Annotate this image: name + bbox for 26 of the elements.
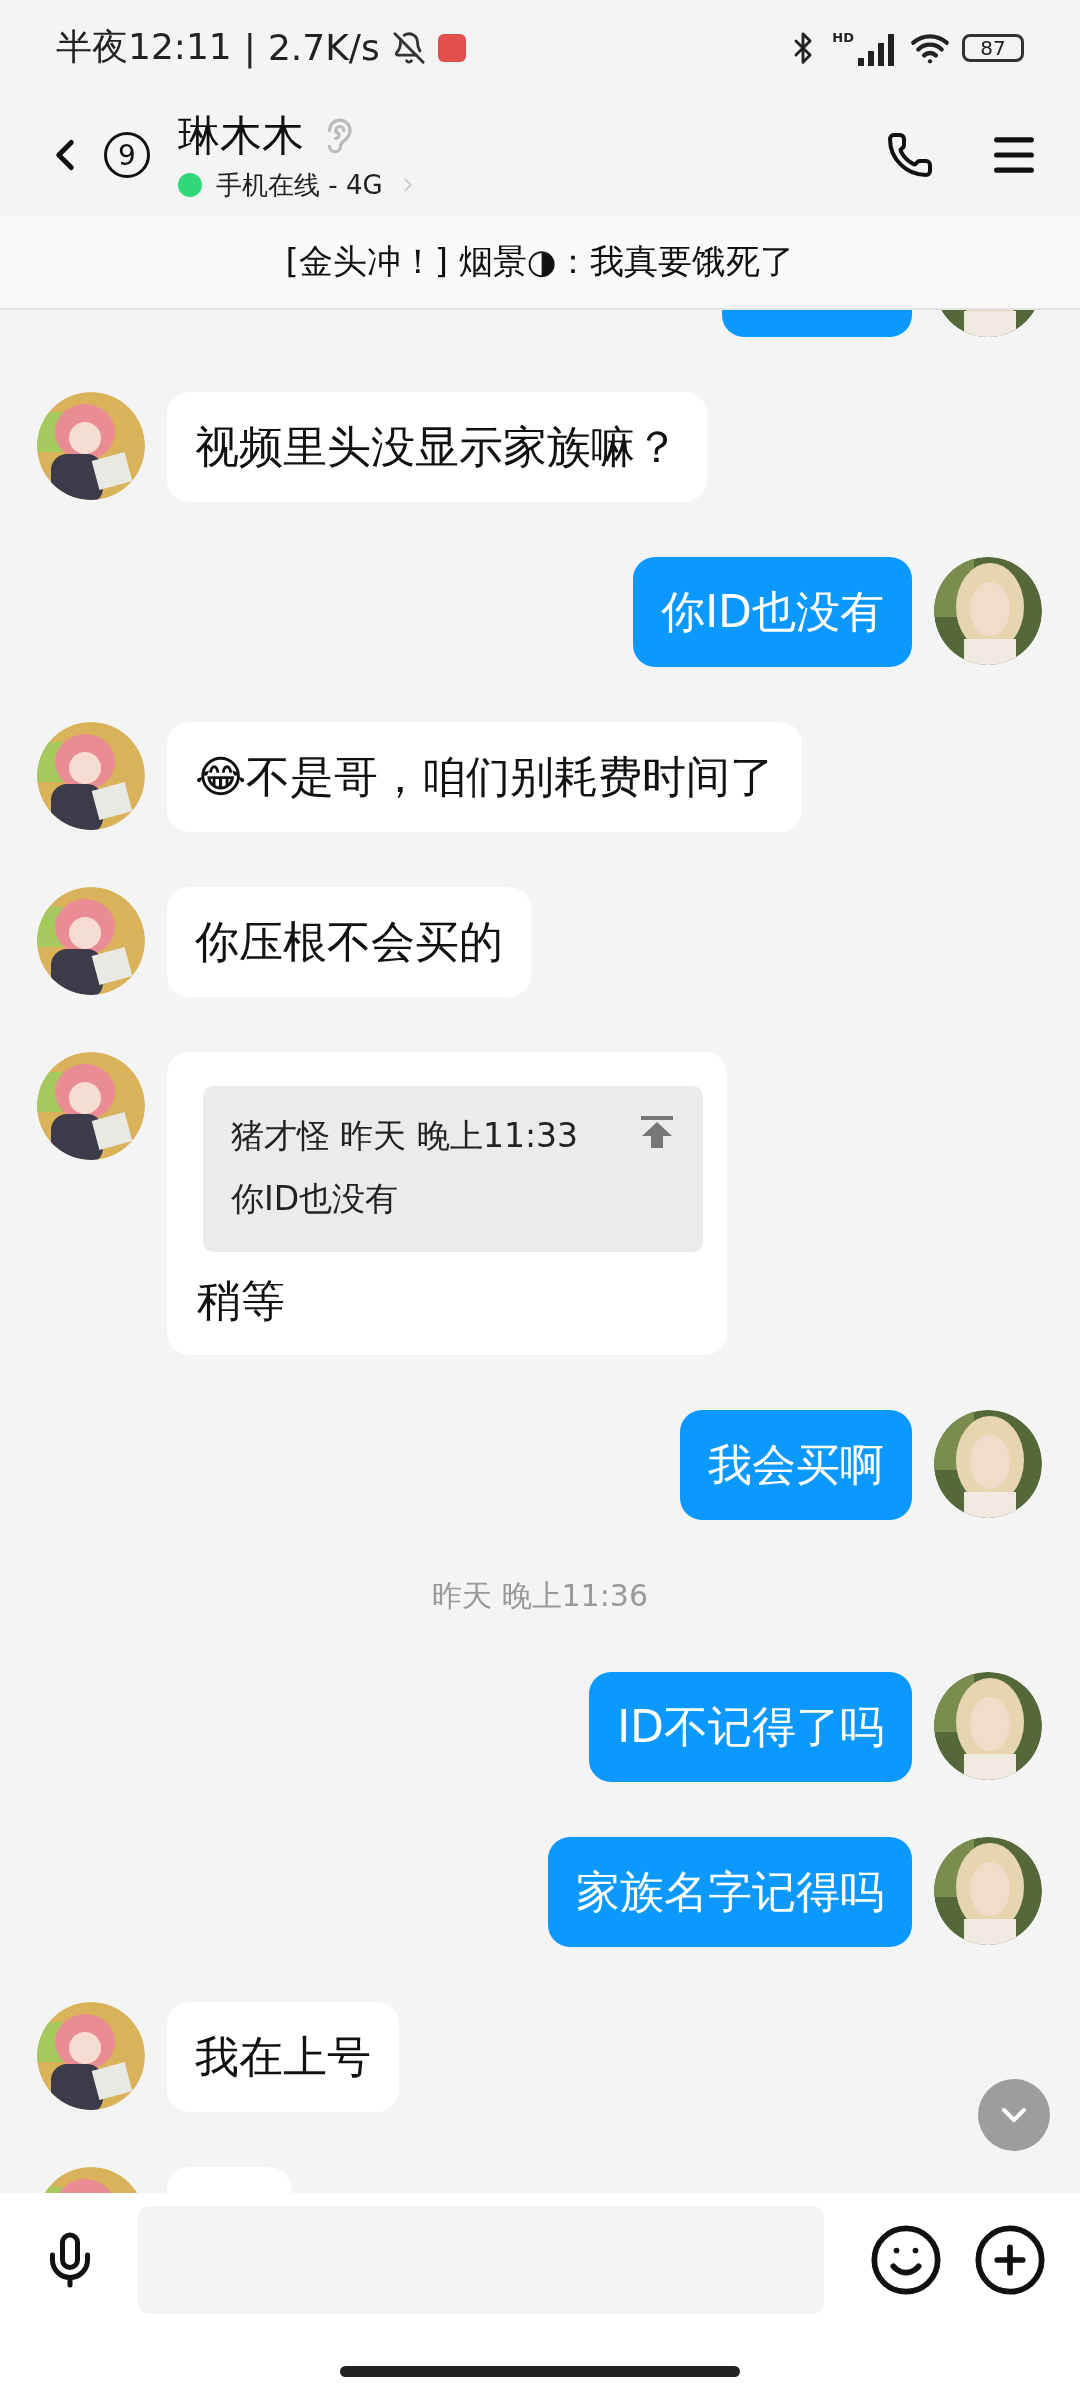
message-bubble[interactable]: 你压根不会买的 <box>167 887 531 997</box>
contact-name: 琳木木 <box>178 109 304 162</box>
unread-count[interactable]: 9 <box>104 132 150 178</box>
quote-text: 你ID也没有 <box>231 1178 400 1220</box>
message-text: 稍等 <box>197 1274 286 1328</box>
phone-icon <box>886 131 934 179</box>
online-dot <box>178 173 202 197</box>
network-speed: 2.7K/s <box>267 27 380 68</box>
bell-off-icon <box>391 30 426 65</box>
pin-top-icon <box>639 1114 675 1150</box>
quoted-message[interactable]: 猪才怪 昨天 晚上11:33 你ID也没有 <box>203 1086 703 1252</box>
battery-indicator: 87 <box>962 33 1024 62</box>
quote-sender: 猪才怪 昨天 晚上11:33 <box>231 1115 580 1157</box>
message-bubble[interactable]: 我在上号 <box>167 2002 399 2112</box>
timestamp: 昨天 晚上11:36 <box>432 1578 648 1613</box>
banner-text: [金头冲！] 烟景◑：我真要饿死了 <box>285 239 795 283</box>
presence-status[interactable]: 手机在线 - 4G <box>216 167 383 203</box>
status-separator: | <box>243 27 256 68</box>
message-bubble[interactable]: 猪才怪 昨天 晚上11:33 你ID也没有 稍等 <box>167 1052 727 1355</box>
signal-label: HD <box>832 29 854 45</box>
pinned-banner[interactable]: [金头冲！] 烟景◑：我真要饿死了 <box>0 215 1080 310</box>
status-time: 半夜12:11 <box>56 25 232 69</box>
message-bubble[interactable]: 😂不是哥，咱们别耗费时间了 <box>167 722 803 832</box>
message-bubble[interactable]: 视频里头没显示家族嘛？ <box>167 392 707 502</box>
message-bubble[interactable] <box>722 308 912 337</box>
app-notification-icon <box>437 33 466 62</box>
